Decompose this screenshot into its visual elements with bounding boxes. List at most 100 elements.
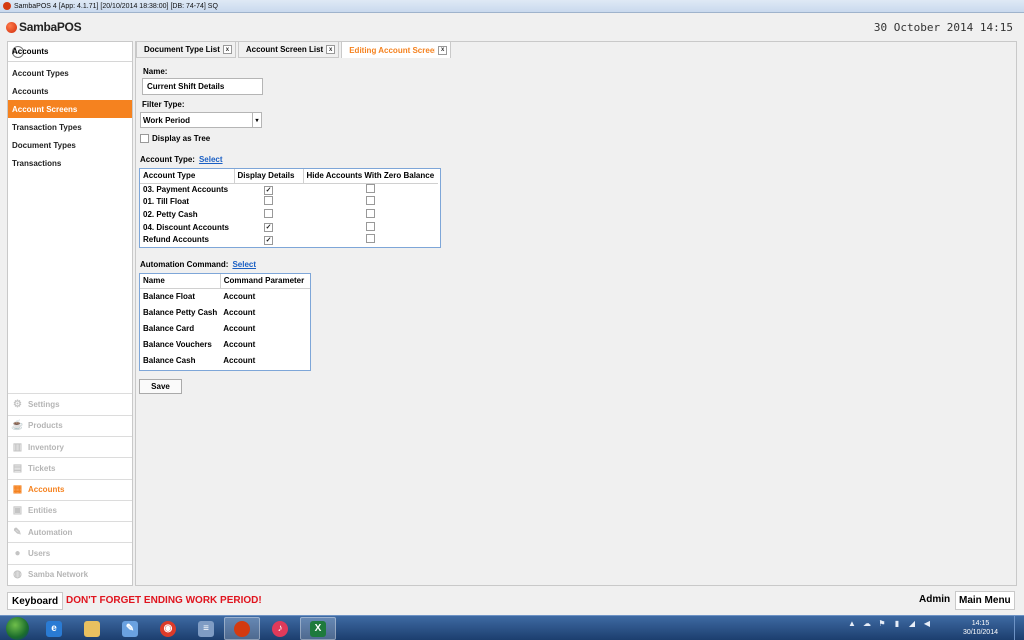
column-header[interactable]: Display Details: [234, 169, 304, 184]
close-icon[interactable]: x: [326, 45, 336, 54]
account-type-name: 02. Petty Cash: [143, 209, 198, 219]
tab-label: Document Type List: [144, 45, 220, 54]
display-details-checkbox[interactable]: ✓: [264, 185, 273, 195]
paint-taskbar-button[interactable]: ✎: [112, 617, 148, 640]
automation-select-link[interactable]: Select: [232, 260, 256, 269]
command-parameter[interactable]: Account: [220, 336, 310, 352]
tab-document-type-list[interactable]: Document Type List x: [136, 42, 236, 58]
gear-icon: ⚙: [13, 398, 22, 410]
work-period-warning: DON'T FORGET ENDING WORK PERIOD!: [66, 595, 262, 606]
table-row[interactable]: 01. Till Float: [140, 196, 438, 209]
window-titlebar: SambaPOS 4 [App: 4.1.71] [20/10/2014 18:…: [0, 0, 1024, 13]
flag-icon[interactable]: ⚑: [877, 619, 887, 628]
hide-zero-balance-checkbox[interactable]: [366, 221, 375, 231]
table-row[interactable]: 04. Discount Accounts ✓: [140, 221, 438, 234]
nav-automation[interactable]: ✎ Automation: [8, 521, 132, 542]
table-row[interactable]: 03. Payment Accounts ✓: [140, 183, 438, 196]
tab-editing-account-screen[interactable]: Editing Account Screen x: [341, 42, 452, 58]
name-input[interactable]: Current Shift Details: [142, 78, 263, 95]
chevron-up-icon[interactable]: ▲: [847, 619, 857, 628]
tab-label: Editing Account Screen: [349, 45, 436, 55]
display-as-tree-checkbox[interactable]: [140, 134, 149, 143]
clock-time: 14:15: [971, 620, 990, 627]
tab-account-screen-list[interactable]: Account Screen List x: [237, 42, 340, 58]
table-row[interactable]: Refund Accounts ✓: [140, 233, 438, 246]
ie-taskbar-button[interactable]: e: [36, 617, 72, 640]
display-details-checkbox[interactable]: [264, 208, 273, 218]
nav-entities[interactable]: ▣ Entities: [8, 499, 132, 521]
main-menu-button[interactable]: Main Menu: [955, 591, 1015, 610]
tickets-icon: ▤: [12, 462, 23, 474]
database-taskbar-button[interactable]: ≡: [188, 617, 224, 640]
system-tray: ▲ ☁ ⚑ ▮ ◢ ◀: [847, 619, 932, 628]
save-button[interactable]: Save: [139, 379, 182, 394]
command-parameter[interactable]: Account: [220, 352, 310, 368]
table-row[interactable]: 02. Petty Cash: [140, 208, 438, 221]
account-type-select-link[interactable]: Select: [199, 155, 223, 164]
hide-zero-balance-checkbox[interactable]: [366, 196, 375, 206]
sidebar-item-transaction-types[interactable]: Transaction Types: [8, 118, 132, 136]
automation-command-label: Automation Command: Select: [140, 260, 256, 269]
sidebar-nav: ⚙ Settings ☕ Products ▥ Inventory ▤ Tickets …: [8, 393, 132, 585]
hide-zero-balance-checkbox[interactable]: [366, 184, 375, 194]
table-row[interactable]: Balance Petty Cash Account: [140, 304, 310, 320]
apple-icon: [234, 620, 250, 637]
volume-icon[interactable]: ◀: [922, 619, 932, 628]
table-row[interactable]: Balance Cash Account: [140, 352, 310, 368]
nav-settings[interactable]: ⚙ Settings: [8, 393, 132, 414]
window-title: SambaPOS 4 [App: 4.1.71] [20/10/2014 18:…: [14, 2, 218, 10]
nav-tickets[interactable]: ▤ Tickets: [8, 457, 132, 478]
nav-accounts[interactable]: ▦ Accounts: [8, 478, 132, 500]
column-header[interactable]: Command Parameter: [220, 274, 310, 289]
chevron-down-icon: ▾: [252, 113, 261, 127]
table-row[interactable]: Balance Vouchers Account: [140, 336, 310, 352]
itunes-taskbar-button[interactable]: ♪: [262, 617, 298, 640]
explorer-taskbar-button[interactable]: [74, 617, 110, 640]
show-desktop-button[interactable]: [1014, 616, 1024, 640]
entities-icon: ▣: [12, 505, 23, 517]
filter-type-value: Work Period: [143, 115, 190, 125]
sidebar: Accounts ← Account Types Accounts Accoun…: [7, 41, 133, 586]
sidebar-item-account-screens[interactable]: Account Screens: [8, 100, 132, 118]
app-header: SambaPOS 30 October 2014 14:15: [0, 13, 1024, 41]
close-icon[interactable]: x: [222, 45, 232, 54]
display-as-tree-label: Display as Tree: [152, 134, 211, 143]
filter-type-label: Filter Type:: [142, 100, 185, 109]
command-parameter[interactable]: Account: [220, 288, 310, 304]
signal-icon[interactable]: ◢: [907, 619, 917, 628]
filter-type-select[interactable]: Work Period ▾: [140, 112, 262, 128]
display-details-checkbox[interactable]: ✓: [264, 223, 273, 233]
hide-zero-balance-checkbox[interactable]: [366, 234, 375, 244]
cloud-icon[interactable]: ☁: [862, 619, 872, 628]
command-parameter[interactable]: Account: [220, 304, 310, 320]
nav-inventory[interactable]: ▥ Inventory: [8, 435, 132, 457]
column-header[interactable]: Account Type: [140, 169, 235, 184]
nav-users[interactable]: ● Users: [8, 542, 132, 563]
sidebar-item-account-types[interactable]: Account Types: [8, 64, 132, 82]
nav-samba-network[interactable]: ◍ Samba Network: [8, 563, 132, 585]
box-icon: ▥: [12, 441, 23, 453]
sambapos-taskbar-button[interactable]: [224, 617, 260, 640]
column-header[interactable]: Hide Accounts With Zero Balance: [303, 169, 438, 184]
table-row[interactable]: Balance Float Account: [140, 288, 310, 304]
column-header[interactable]: Name: [140, 274, 221, 289]
close-icon[interactable]: x: [438, 45, 448, 55]
network-icon[interactable]: ▮: [892, 619, 902, 628]
automation-commands-grid: Name Command Parameter Balance Float Acco…: [139, 273, 311, 371]
table-row[interactable]: Balance Card Account: [140, 320, 310, 336]
display-as-tree-row[interactable]: Display as Tree: [140, 134, 210, 143]
sidebar-item-transactions[interactable]: Transactions: [8, 154, 132, 172]
taskbar-clock[interactable]: 14:15 30/10/2014: [963, 619, 998, 637]
command-parameter[interactable]: Account: [220, 320, 310, 336]
chrome-taskbar-button[interactable]: ◉: [150, 617, 186, 640]
start-button[interactable]: [6, 617, 29, 640]
keyboard-button[interactable]: Keyboard: [7, 592, 64, 610]
excel-taskbar-button[interactable]: X: [300, 617, 336, 640]
pen-icon: ✎: [13, 526, 22, 538]
display-details-checkbox[interactable]: ✓: [264, 235, 273, 245]
hide-zero-balance-checkbox[interactable]: [366, 208, 375, 218]
sidebar-item-accounts[interactable]: Accounts: [8, 82, 132, 100]
sidebar-item-document-types[interactable]: Document Types: [8, 136, 132, 154]
nav-products[interactable]: ☕ Products: [8, 414, 132, 436]
display-details-checkbox[interactable]: [264, 196, 273, 206]
